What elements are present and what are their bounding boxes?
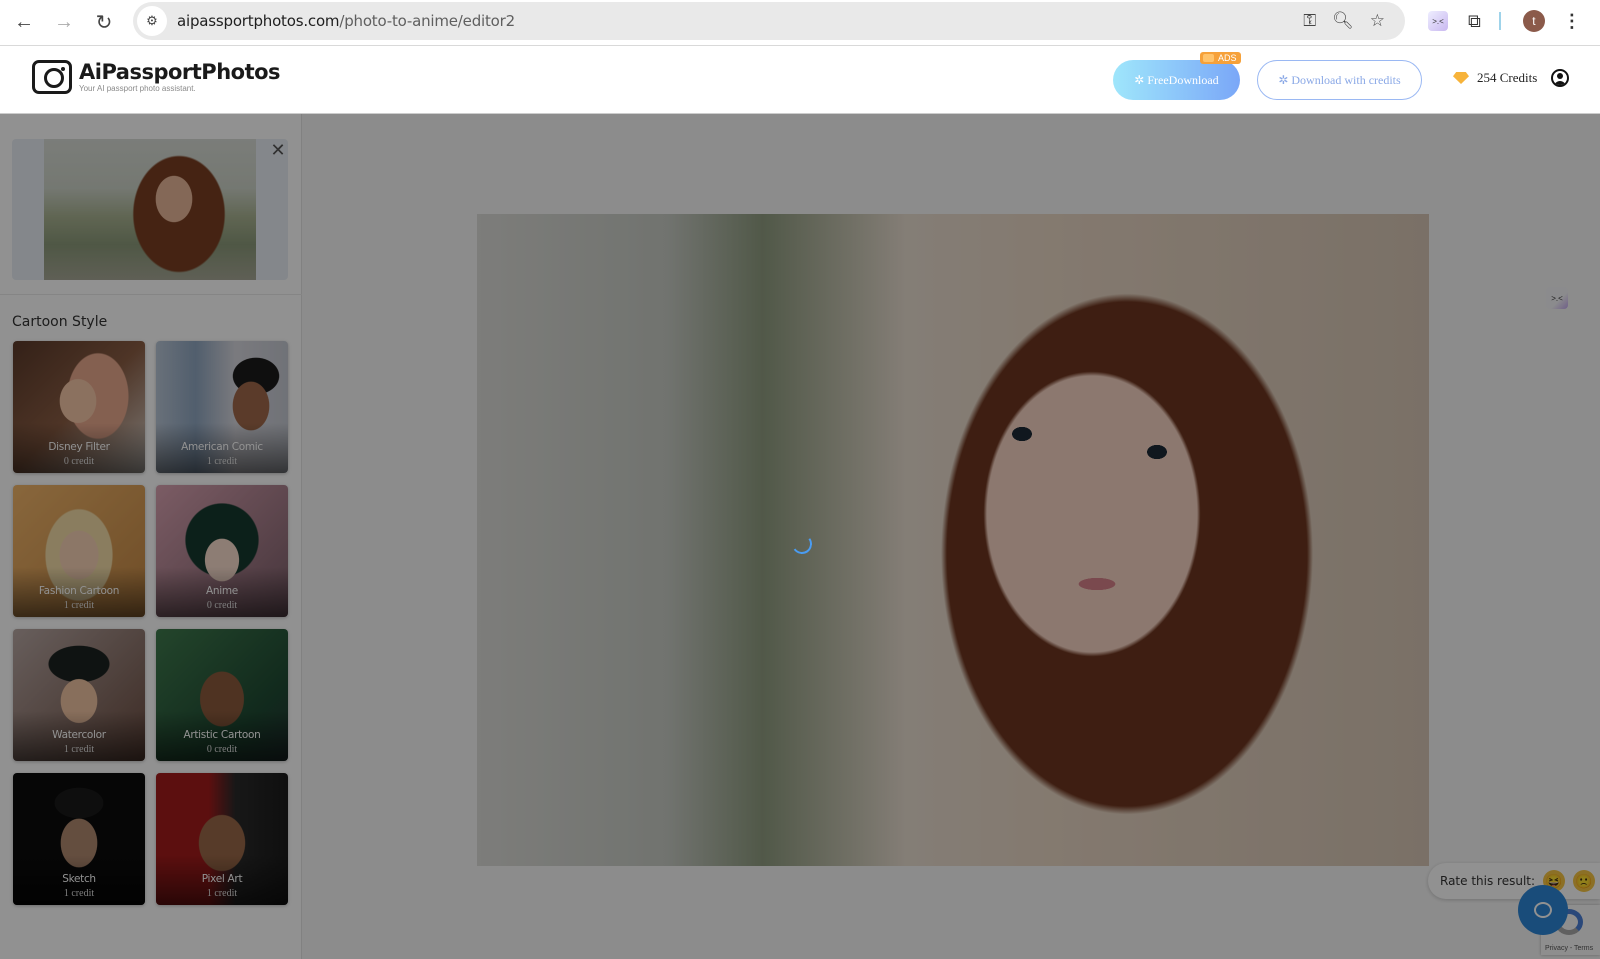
reload-button[interactable]: ↻ bbox=[84, 3, 124, 43]
url-text[interactable]: aipassportphotos.com/photo-to-anime/edit… bbox=[177, 12, 515, 30]
sparkle-icon: ✲ bbox=[1278, 72, 1292, 87]
forward-icon: → bbox=[54, 11, 74, 33]
gem-icon bbox=[1453, 72, 1469, 84]
bookmark-star-icon[interactable]: ☆ bbox=[1370, 11, 1385, 31]
free-download-button[interactable]: ✲ FreeDownload bbox=[1113, 60, 1240, 100]
forward-button[interactable]: → bbox=[44, 3, 84, 43]
camera-logo-icon bbox=[32, 60, 72, 94]
password-key-icon[interactable]: ⚿ bbox=[1303, 11, 1316, 31]
download-with-credits-button[interactable]: ✲ Download with credits bbox=[1257, 60, 1422, 100]
address-bar[interactable]: ⚙ aipassportphotos.com/photo-to-anime/ed… bbox=[133, 2, 1405, 40]
credits-text: 254 Credits bbox=[1477, 70, 1538, 85]
extension-icon[interactable]: >.< bbox=[1428, 11, 1448, 31]
browser-toolbar: ← → ↻ ⚙ aipassportphotos.com/photo-to-an… bbox=[0, 0, 1600, 46]
ads-badge: ADS bbox=[1200, 52, 1241, 64]
free-download-label: FreeDownload bbox=[1147, 72, 1219, 87]
reload-icon: ↻ bbox=[95, 12, 113, 34]
download-credits-label: Download with credits bbox=[1291, 72, 1401, 87]
sparkle-icon: ✲ bbox=[1134, 72, 1148, 87]
logo-title: AiPassportPhotos bbox=[79, 60, 281, 84]
zoom-icon[interactable]: 🔍︎ bbox=[1332, 11, 1354, 31]
menu-kebab-icon[interactable]: ⋮ bbox=[1563, 11, 1581, 32]
site-header: AiPassportPhotos Your AI passport photo … bbox=[0, 46, 1600, 114]
logo[interactable]: AiPassportPhotos Your AI passport photo … bbox=[32, 60, 281, 94]
back-icon: ← bbox=[14, 11, 34, 33]
extensions-puzzle-icon[interactable]: ⧉ bbox=[1468, 11, 1481, 32]
toolbar-divider bbox=[1498, 12, 1501, 30]
site-info-icon[interactable]: ⚙ bbox=[137, 6, 167, 36]
back-button[interactable]: ← bbox=[4, 3, 44, 43]
url-path: /photo-to-anime/editor2 bbox=[339, 12, 515, 30]
profile-avatar[interactable]: t bbox=[1522, 10, 1545, 32]
logo-subtitle: Your AI passport photo assistant. bbox=[79, 84, 196, 93]
url-domain: aipassportphotos.com bbox=[177, 12, 340, 30]
credits-balance[interactable]: 254 Credits bbox=[1453, 70, 1537, 86]
user-account-icon[interactable] bbox=[1551, 69, 1569, 87]
